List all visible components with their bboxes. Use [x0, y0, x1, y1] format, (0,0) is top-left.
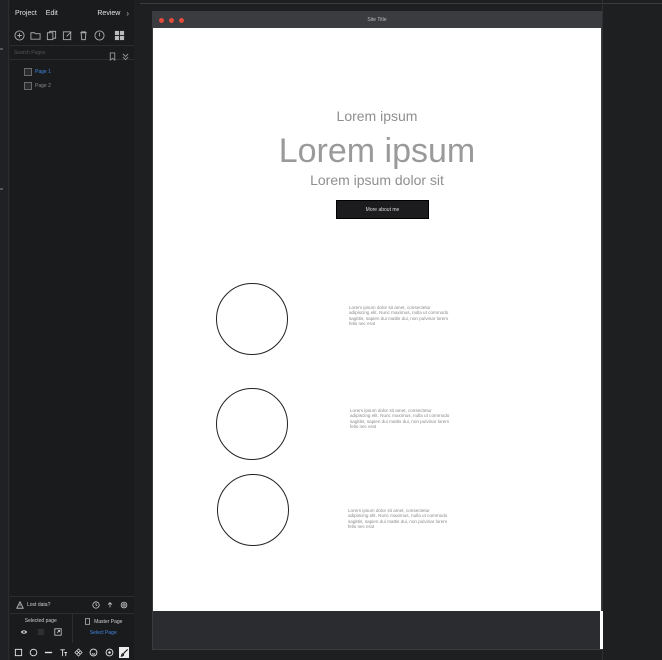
chevron-right-icon[interactable]: › [126, 9, 129, 18]
feature-image-placeholder [217, 474, 289, 546]
feature-image-placeholder [216, 388, 288, 460]
ellipse-tool-icon[interactable] [28, 647, 39, 658]
emoji-tool-icon[interactable] [89, 647, 100, 658]
text-tool-icon[interactable] [58, 647, 69, 658]
add-page-icon[interactable] [14, 30, 25, 41]
page-search [10, 46, 134, 62]
menu-edit[interactable]: Edit [46, 10, 58, 17]
feature-text: Lorem ipsum dolor sit amet, consectetur … [349, 305, 449, 327]
settings-icon[interactable] [120, 601, 128, 609]
page-list: Page 1 Page 2 [10, 60, 134, 93]
select-page-link[interactable]: Select Page [90, 630, 117, 636]
menu-project[interactable]: Project [15, 10, 37, 17]
menu-bar: Project Edit Review › [10, 0, 134, 26]
top-divider [140, 3, 662, 4]
duplicate-icon[interactable] [46, 30, 57, 41]
bookmark-icon[interactable] [108, 48, 117, 62]
pages-sidebar: Project Edit Review › Search Pages Page … [10, 0, 134, 660]
master-page-section: Master Page Select Page [71, 614, 135, 643]
app-root: Project Edit Review › Search Pages Page … [0, 0, 662, 660]
window-titlebar: Site Title [153, 12, 601, 28]
feature-image-placeholder [216, 283, 288, 355]
page-item[interactable]: Page 1 [10, 65, 134, 79]
rail-marker [0, 188, 3, 190]
pages-toolbar [10, 26, 134, 46]
grid-view-icon[interactable] [114, 30, 125, 41]
left-rail[interactable] [0, 0, 9, 660]
page-icon [24, 68, 32, 76]
feature-text: Lorem ipsum dolor sit amet, consectetur … [348, 508, 448, 530]
hero-heading: Lorem ipsum [278, 132, 476, 170]
delete-icon[interactable] [78, 30, 89, 41]
edit-icon[interactable] [62, 30, 73, 41]
feature-text: Lorem ipsum dolor sit amet, consectetur … [350, 408, 450, 430]
brush-tool-icon[interactable] [118, 647, 130, 658]
selected-page-section: Selected page [10, 614, 72, 643]
canvas-divider [602, 0, 603, 660]
page-label: Page 2 [35, 83, 51, 89]
lost-data-bar: Lost data? [10, 596, 134, 612]
target-tool-icon[interactable] [104, 647, 115, 658]
lost-data-link[interactable]: Lost data? [27, 602, 50, 608]
info-icon[interactable] [94, 30, 105, 41]
search-input[interactable] [14, 49, 104, 56]
site-title: Site Title [367, 17, 387, 23]
page-thumbnail-icon[interactable] [37, 628, 45, 636]
page-label: Page 1 [35, 69, 51, 75]
footer-edge [600, 611, 603, 649]
selected-page-label: Selected page [24, 618, 57, 624]
master-page-icon [85, 618, 91, 625]
drawing-toolbar [10, 645, 134, 660]
upload-icon[interactable] [106, 601, 114, 609]
resize-icon[interactable] [54, 628, 62, 636]
rectangle-tool-icon[interactable] [13, 647, 24, 658]
master-page-label: Master Page [94, 618, 123, 625]
visibility-icon[interactable] [20, 628, 28, 636]
warning-icon [16, 600, 24, 609]
site-footer [153, 611, 600, 649]
component-tool-icon[interactable] [74, 647, 85, 658]
folder-icon[interactable] [30, 30, 41, 41]
menu-review[interactable]: Review [97, 10, 120, 17]
page-item[interactable]: Page 2 [10, 79, 134, 93]
collapse-all-icon[interactable] [121, 48, 130, 61]
line-tool-icon[interactable] [43, 647, 54, 658]
rail-marker [0, 48, 3, 50]
more-about-me-button[interactable]: More about me [336, 200, 429, 219]
page-settings-panel: Selected page Master Page Select Page [10, 613, 134, 643]
page-icon [24, 82, 32, 90]
hero-subheading: Lorem ipsum dolor sit [310, 172, 444, 188]
hero-eyebrow: Lorem ipsum [336, 108, 418, 124]
history-icon[interactable] [92, 600, 100, 609]
site-preview-window: Site Title Lorem ipsum Lorem ipsum Lorem… [152, 11, 603, 650]
